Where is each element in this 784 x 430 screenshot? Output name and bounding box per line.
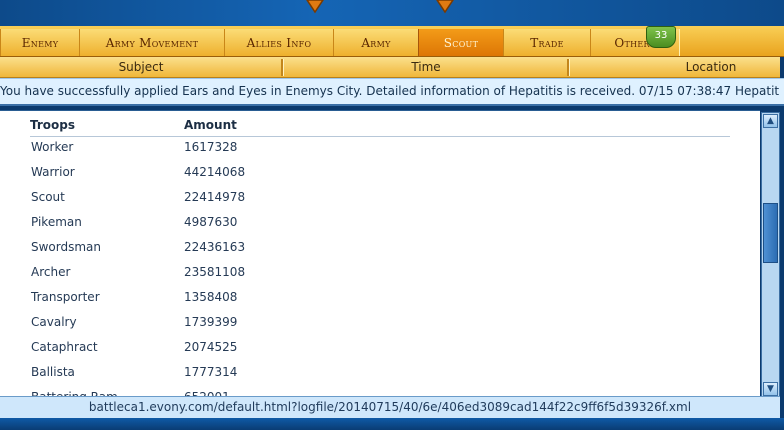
crest-ornament-icon (306, 0, 454, 14)
troop-amount: 1777314 (184, 365, 238, 379)
bottom-frame (0, 418, 784, 430)
table-row: Archer 23581108 (31, 265, 731, 290)
message-column-header: Subject Time Location (0, 57, 780, 78)
scroll-down-icon[interactable]: ▼ (763, 382, 778, 396)
scroll-up-icon[interactable]: ▲ (763, 114, 778, 128)
tab-trade[interactable]: Trade (503, 29, 591, 56)
message-row[interactable]: You have successfully applied Ears and E… (0, 78, 784, 106)
troop-name: Pikeman (31, 215, 82, 229)
troop-name: Scout (31, 190, 65, 204)
status-url: battleca1.evony.com/default.html?logfile… (88, 400, 692, 414)
troop-amount: 23581108 (184, 265, 246, 279)
tab-allies-info[interactable]: Allies Info (224, 29, 334, 56)
troop-name: Archer (31, 265, 71, 279)
troop-name: Warrior (31, 165, 75, 179)
table-row: Scout 22414978 (31, 190, 731, 215)
status-url-bar: battleca1.evony.com/default.html?logfile… (0, 396, 780, 419)
table-row: Transporter 1358408 (31, 290, 731, 315)
troop-name: Cavalry (31, 315, 77, 329)
tab-scout[interactable]: Scout (418, 29, 504, 56)
troop-name: Worker (31, 140, 74, 154)
others-count-badge: 33 (646, 26, 676, 48)
table-row: Warrior 44214068 (31, 165, 731, 190)
troops-table-header: Troops Amount (30, 118, 730, 137)
table-row: Cavalry 1739399 (31, 315, 731, 340)
column-location[interactable]: Location (570, 57, 784, 77)
tab-enemy[interactable]: Enemy (0, 29, 80, 56)
tab-army[interactable]: Army (333, 29, 419, 56)
scroll-thumb[interactable] (763, 203, 778, 263)
amount-header: Amount (184, 118, 237, 132)
troop-name: Transporter (31, 290, 100, 304)
column-subject[interactable]: Subject (0, 57, 282, 77)
troop-amount: 4987630 (184, 215, 238, 229)
troop-amount: 2074525 (184, 340, 238, 354)
table-row: Pikeman 4987630 (31, 215, 731, 240)
table-row: Swordsman 22436163 (31, 240, 731, 265)
report-scrollbar[interactable]: ▲ ▼ (761, 112, 780, 398)
troop-amount: 22414978 (184, 190, 246, 204)
table-row: Cataphract 2074525 (31, 340, 731, 365)
message-text: You have successfully applied Ears and E… (0, 84, 780, 98)
troops-header: Troops (30, 118, 76, 132)
scout-report-panel: Troops Amount Worker 1617328 Warrior 442140… (0, 110, 760, 397)
top-banner (0, 0, 784, 26)
table-row: Worker 1617328 (31, 140, 731, 165)
troop-amount: 1739399 (184, 315, 238, 329)
troop-amount: 44214068 (184, 165, 246, 179)
troop-name: Swordsman (31, 240, 102, 254)
troop-amount: 1358408 (184, 290, 238, 304)
troop-amount: 1617328 (184, 140, 238, 154)
troop-amount: 22436163 (184, 240, 246, 254)
tab-army-movement[interactable]: Army Movement (79, 29, 225, 56)
troop-name: Ballista (31, 365, 75, 379)
column-time[interactable]: Time (284, 57, 568, 77)
troop-name: Cataphract (31, 340, 98, 354)
table-row: Ballista 1777314 (31, 365, 731, 390)
